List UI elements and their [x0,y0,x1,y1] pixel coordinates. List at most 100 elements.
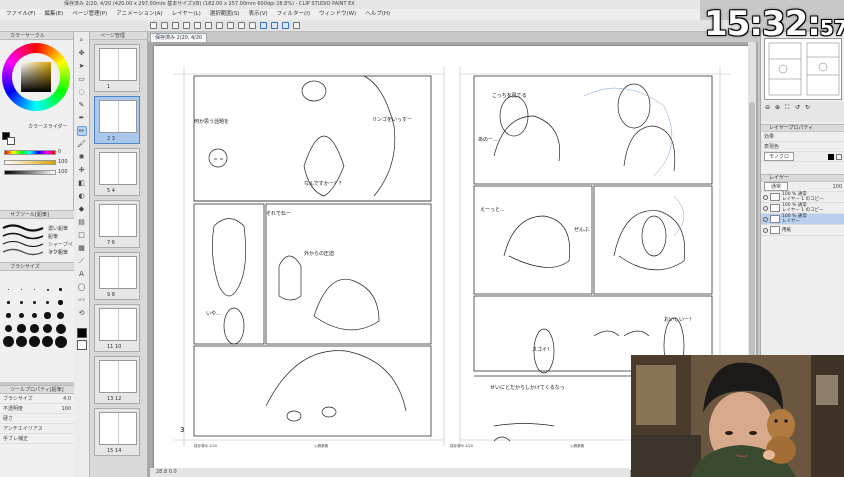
snap-ruler-icon[interactable] [260,22,267,29]
fit-view-icon[interactable]: ⛶ [785,104,789,112]
brush-size-option[interactable] [2,335,15,348]
menu-item-0[interactable]: ファイル(F) [6,9,35,20]
move-tool-icon[interactable]: ✥ [77,48,87,58]
color-panel-tab[interactable]: カラーサークル [0,32,73,40]
menu-item-7[interactable]: フィルター(I) [277,9,310,20]
new-file-icon[interactable] [150,22,157,29]
tool-property-row[interactable]: 硬さ [0,414,74,424]
ruler-tool-icon[interactable]: ⟋ [77,256,87,266]
page-thumbnail[interactable]: 11 10 [94,304,140,352]
save-icon[interactable] [172,22,179,29]
tool-property-tab[interactable]: ツールプロパティ[鉛筆] [0,386,74,394]
eye-icon[interactable] [763,227,768,233]
rotate-left-icon[interactable]: ↺ [795,104,800,111]
eye-icon[interactable] [763,194,768,200]
deselect-icon[interactable] [227,22,234,29]
brush-size-option[interactable] [15,309,28,322]
layer-opacity[interactable]: 100 [832,184,842,190]
subtool-item-2[interactable]: 鉛筆 [48,233,58,240]
layer-row[interactable]: 100 % 通常 レイヤー 1 のコピー [761,192,844,203]
canvas-document-tab[interactable]: 保存済み 2/20, 4/20 [150,33,208,42]
brush-size-option[interactable] [54,335,67,348]
tool-property-row[interactable]: 手ブレ補正 [0,434,74,444]
brush-size-option[interactable] [15,296,28,309]
saturation-value-square[interactable] [21,62,51,92]
menu-item-1[interactable]: 編集(E) [44,9,63,20]
fill-icon[interactable] [249,22,256,29]
brush-size-option[interactable] [2,322,15,335]
tool-property-row[interactable]: ブラシサイズ 4.0 [0,394,74,404]
subtool-item-1[interactable]: 濃い鉛筆 [48,225,68,232]
pencil-tool-icon[interactable]: ✏ [76,126,87,136]
subtool-tab[interactable]: サブツール[鉛筆] [0,211,74,219]
selection-tool-icon[interactable]: ▭ [77,74,87,84]
scrollbar-thumb[interactable] [749,102,755,382]
snap-special-ruler-icon[interactable] [271,22,278,29]
brush-size-option[interactable] [28,296,41,309]
zoom-in-icon[interactable]: ⊕ [775,104,780,111]
layer-tab[interactable]: レイヤー [761,174,844,182]
invert-selection-icon[interactable] [238,22,245,29]
brush-tool-icon[interactable]: 🖌 [77,139,87,149]
tool-property-row[interactable]: アンチエイリアス [0,424,74,434]
menu-item-6[interactable]: 表示(V) [249,9,268,20]
tool-main-color-icon[interactable] [76,328,87,338]
menu-item-5[interactable]: 選択範囲(S) [210,9,240,20]
brush-size-option[interactable] [41,296,54,309]
brush-size-option[interactable] [41,335,54,348]
tool-property-value[interactable]: 4.0 [63,396,71,402]
brush-size-option[interactable] [28,322,41,335]
open-file-icon[interactable] [161,22,168,29]
page-thumbnail[interactable]: 2 3 [94,96,140,144]
figure-tool-icon[interactable]: □ [77,230,87,240]
blend-mode-select[interactable]: 通常 [764,182,789,191]
clear-icon[interactable] [205,22,212,29]
brush-size-option[interactable] [54,309,67,322]
line-color-swatch[interactable] [828,153,834,160]
text-tool-icon[interactable]: A [77,269,87,279]
page-thumbnail[interactable]: 9 8 [94,252,140,300]
brush-size-tab[interactable]: ブラシサイズ [0,263,74,271]
menu-item-8[interactable]: ウィンドウ(W) [319,9,356,20]
page-thumbnail[interactable]: 13 12 [94,356,140,404]
brightness-slider[interactable] [4,170,56,175]
line-tool-icon[interactable]: 〰 [77,295,87,305]
redo-icon[interactable] [194,22,201,29]
brush-size-option[interactable] [41,322,54,335]
brush-size-option[interactable] [2,296,15,309]
menu-item-2[interactable]: ページ管理(P) [72,9,107,20]
menu-item-9[interactable]: ヘルプ(H) [365,9,390,20]
brush-size-option[interactable] [28,283,41,296]
color-slider-tab[interactable]: カラースライダー [18,123,74,131]
pen-tool-icon[interactable]: ✒ [77,113,87,123]
airbrush-tool-icon[interactable]: ✺ [77,152,87,162]
page-manager-tab[interactable]: ページ管理 [90,32,147,40]
page-thumbnail[interactable]: 15 14 [94,408,140,456]
brush-size-option[interactable] [41,283,54,296]
brush-size-option[interactable] [54,296,67,309]
saturation-slider[interactable] [4,160,56,165]
correction-tool-icon[interactable]: ⟲ [77,308,87,318]
hue-slider[interactable] [4,150,56,155]
transform-icon[interactable] [216,22,223,29]
brush-size-option[interactable] [28,335,41,348]
page-thumbnail[interactable]: 1 [94,44,140,92]
brush-size-option[interactable] [54,283,67,296]
brush-size-option[interactable] [54,322,67,335]
brush-size-option[interactable] [2,309,15,322]
brush-size-option[interactable] [28,309,41,322]
page-thumbnail[interactable]: 7 6 [94,200,140,248]
eyedropper-tool-icon[interactable]: ✎ [77,100,87,110]
brush-size-option[interactable] [15,283,28,296]
sub-color-swatch[interactable] [7,137,15,145]
tool-sub-color-icon[interactable] [76,340,87,350]
lasso-tool-icon[interactable]: ◌ [77,87,87,97]
tool-property-row[interactable]: 不透明度 100 [0,404,74,414]
display-color-select[interactable]: モノクロ [764,152,795,161]
eye-icon[interactable] [763,205,768,211]
zoom-tool-icon[interactable]: ⌕ [77,35,87,45]
layer-row[interactable]: 100 % 通常 レイヤー [761,214,844,225]
navigator-preview[interactable] [764,38,842,100]
menu-item-3[interactable]: アニメーション(A) [116,9,162,20]
brush-size-option[interactable] [2,283,15,296]
